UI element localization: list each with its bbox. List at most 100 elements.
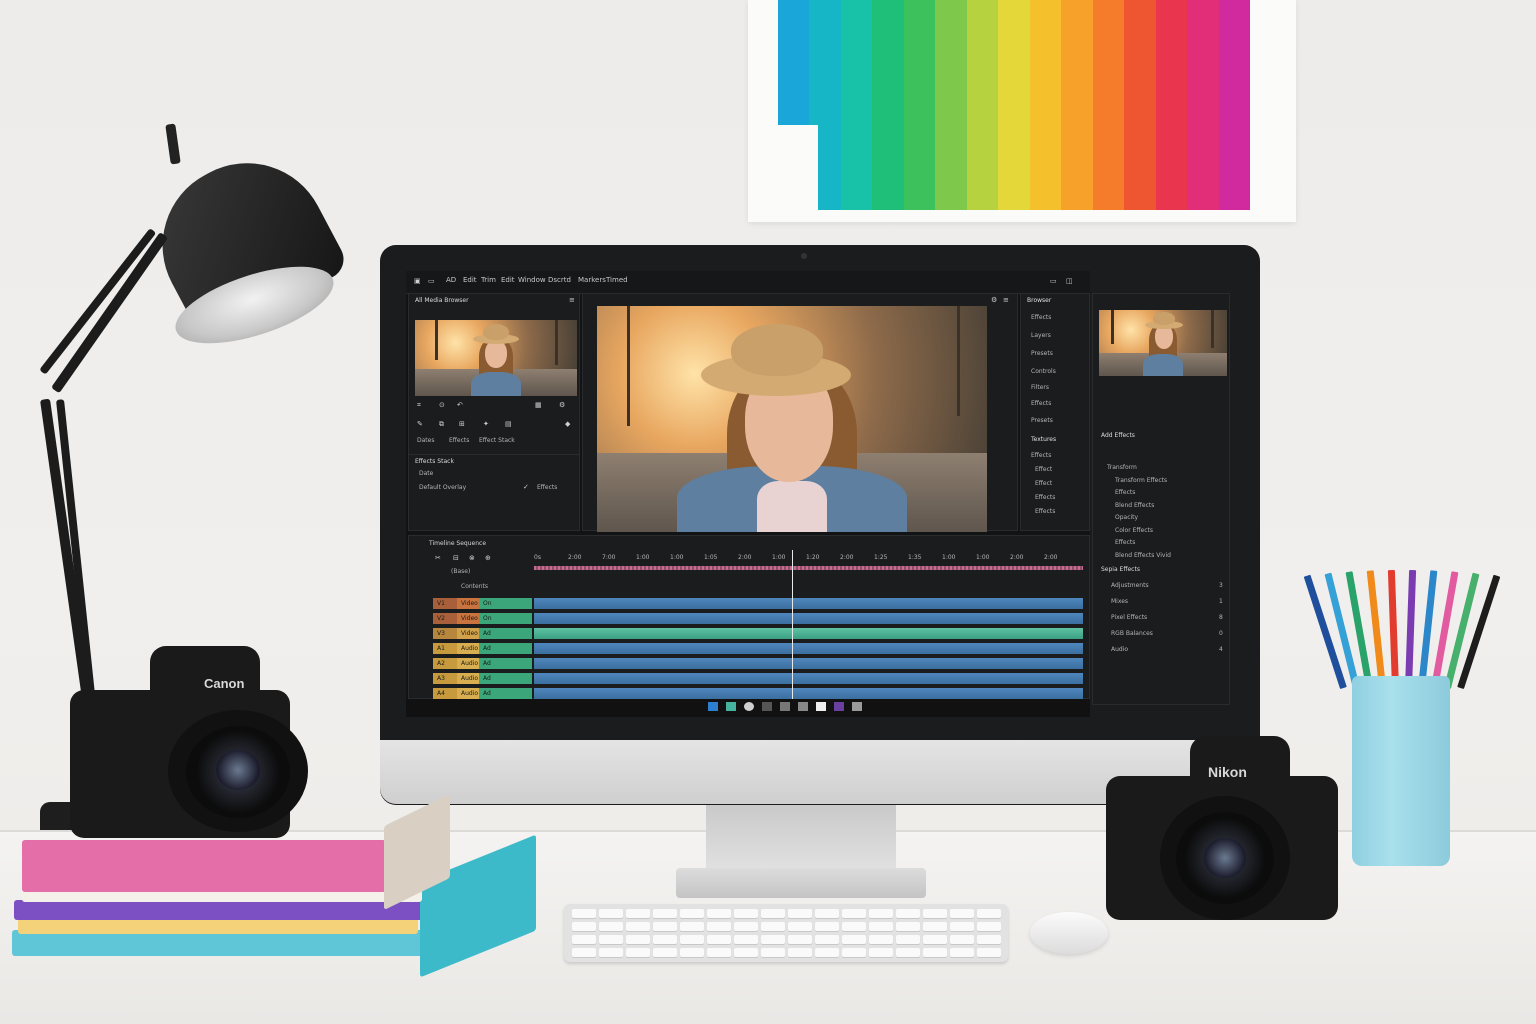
keyboard-key[interactable] xyxy=(923,935,947,944)
keyboard-key[interactable] xyxy=(815,922,839,931)
keyboard-key[interactable] xyxy=(761,948,785,957)
keyboard-key[interactable] xyxy=(815,909,839,918)
app-menu-icon[interactable]: ▣ xyxy=(414,277,421,285)
keyboard[interactable] xyxy=(564,904,1008,962)
keyboard-key[interactable] xyxy=(572,935,596,944)
viewer-settings-icon[interactable]: ⚙ xyxy=(991,296,997,304)
track-label-cell[interactable]: On xyxy=(479,613,532,624)
keyboard-key[interactable] xyxy=(761,909,785,918)
keyboard-key[interactable] xyxy=(599,935,623,944)
track-label-cell[interactable]: On xyxy=(479,598,532,609)
keyboard-key[interactable] xyxy=(788,935,812,944)
keyboard-key[interactable] xyxy=(653,948,677,957)
keyboard-key[interactable] xyxy=(599,922,623,931)
app-icon[interactable] xyxy=(744,702,754,711)
app-icon[interactable] xyxy=(834,702,844,711)
keyboard-key[interactable] xyxy=(923,922,947,931)
list-item[interactable]: Filters xyxy=(1031,384,1049,391)
link-icon[interactable]: ⧉ xyxy=(439,420,444,429)
pen-icon[interactable]: ✎ xyxy=(417,420,423,428)
list-item[interactable]: Layers xyxy=(1031,332,1051,339)
list-item[interactable]: Effects xyxy=(1031,400,1051,407)
keyboard-key[interactable] xyxy=(842,922,866,931)
track-label-cell[interactable]: V3 xyxy=(433,628,457,639)
track-label-cell[interactable]: Ad xyxy=(479,688,532,699)
app-icon[interactable] xyxy=(852,702,862,711)
keyboard-key[interactable] xyxy=(626,922,650,931)
inspector-list-item[interactable]: Transform xyxy=(1107,464,1137,471)
mouse[interactable] xyxy=(1030,912,1108,954)
settings-icon[interactable]: ⚙ xyxy=(559,401,565,409)
keyboard-key[interactable] xyxy=(788,948,812,957)
track-label-cell[interactable]: Video xyxy=(457,628,479,639)
keyboard-key[interactable] xyxy=(653,935,677,944)
track-label-cell[interactable]: A4 xyxy=(433,688,457,699)
plus-icon[interactable]: ⊞ xyxy=(459,420,465,428)
playhead[interactable] xyxy=(792,550,793,700)
keyboard-key[interactable] xyxy=(869,909,893,918)
effect-item[interactable]: Default Overlay xyxy=(419,484,466,491)
snap-icon[interactable]: ⊟ xyxy=(453,554,459,562)
list-item[interactable]: Effects xyxy=(1031,314,1051,321)
menu-item[interactable]: Edit xyxy=(501,276,515,284)
keyboard-key[interactable] xyxy=(950,948,974,957)
list-item[interactable]: Effects xyxy=(1035,494,1055,501)
inspector-row-label[interactable]: Pixel Effects xyxy=(1111,614,1147,621)
track-label-cell[interactable]: Video xyxy=(457,613,479,624)
keyboard-key[interactable] xyxy=(923,948,947,957)
timeline-clip[interactable] xyxy=(534,643,1083,654)
list-item[interactable]: Effects xyxy=(1031,452,1051,459)
keyboard-key[interactable] xyxy=(734,935,758,944)
track-label-cell[interactable]: Video xyxy=(457,598,479,609)
keyboard-key[interactable] xyxy=(977,948,1001,957)
keyboard-key[interactable] xyxy=(653,922,677,931)
text-icon[interactable]: ⊙ xyxy=(439,401,445,409)
keyboard-key[interactable] xyxy=(734,948,758,957)
keyboard-key[interactable] xyxy=(734,909,758,918)
inspector-thumbnail[interactable] xyxy=(1099,310,1227,376)
menu-item[interactable]: AD xyxy=(446,276,456,284)
menu-item[interactable]: Edit xyxy=(463,276,477,284)
viewer-menu-icon[interactable]: ≡ xyxy=(1003,296,1009,304)
razor-icon[interactable]: ✂ xyxy=(435,554,441,562)
keyboard-key[interactable] xyxy=(788,922,812,931)
list-item[interactable]: Effect xyxy=(1035,480,1052,487)
track-label-cell[interactable]: Audio xyxy=(457,688,479,699)
timeline-clip[interactable] xyxy=(534,613,1083,624)
list-item[interactable]: Textures xyxy=(1031,436,1056,443)
window-icon[interactable]: ▭ xyxy=(428,277,435,285)
check-icon[interactable]: ✓ xyxy=(523,483,529,491)
keyboard-key[interactable] xyxy=(626,935,650,944)
track-label-cell[interactable]: A2 xyxy=(433,658,457,669)
keyboard-key[interactable] xyxy=(572,948,596,957)
keyboard-key[interactable] xyxy=(572,909,596,918)
menu-item[interactable]: Trim xyxy=(481,276,496,284)
track-label-cell[interactable]: Audio xyxy=(457,673,479,684)
track-label-cell[interactable]: Audio xyxy=(457,643,479,654)
keyboard-key[interactable] xyxy=(842,935,866,944)
inspector-list-item[interactable]: Opacity xyxy=(1115,514,1138,521)
app-icon[interactable] xyxy=(816,702,826,711)
crop-icon[interactable]: ⌗ xyxy=(417,401,421,410)
keyboard-key[interactable] xyxy=(653,909,677,918)
timeline-clip[interactable] xyxy=(534,658,1083,669)
inspector-list-item[interactable]: Blend Effects xyxy=(1115,502,1154,509)
timeline-clip[interactable] xyxy=(534,598,1083,609)
app-icon[interactable] xyxy=(708,702,718,711)
keyboard-key[interactable] xyxy=(707,922,731,931)
track-label-cell[interactable]: Ad xyxy=(479,628,532,639)
keyboard-key[interactable] xyxy=(896,909,920,918)
menu-item[interactable]: Window xyxy=(518,276,546,284)
keyboard-key[interactable] xyxy=(842,948,866,957)
app-icon[interactable] xyxy=(762,702,772,711)
timeline-clip[interactable] xyxy=(534,673,1083,684)
keyboard-key[interactable] xyxy=(707,948,731,957)
diamond-icon[interactable]: ◆ xyxy=(565,420,570,428)
keyboard-key[interactable] xyxy=(869,922,893,931)
keyboard-key[interactable] xyxy=(950,922,974,931)
layout-icon[interactable]: ▭ xyxy=(1050,277,1057,285)
list-item[interactable]: Effects xyxy=(1035,508,1055,515)
inspector-list-item[interactable]: Effects xyxy=(1115,489,1135,496)
panel-menu-icon[interactable]: ≡ xyxy=(569,296,575,304)
keyboard-key[interactable] xyxy=(734,922,758,931)
